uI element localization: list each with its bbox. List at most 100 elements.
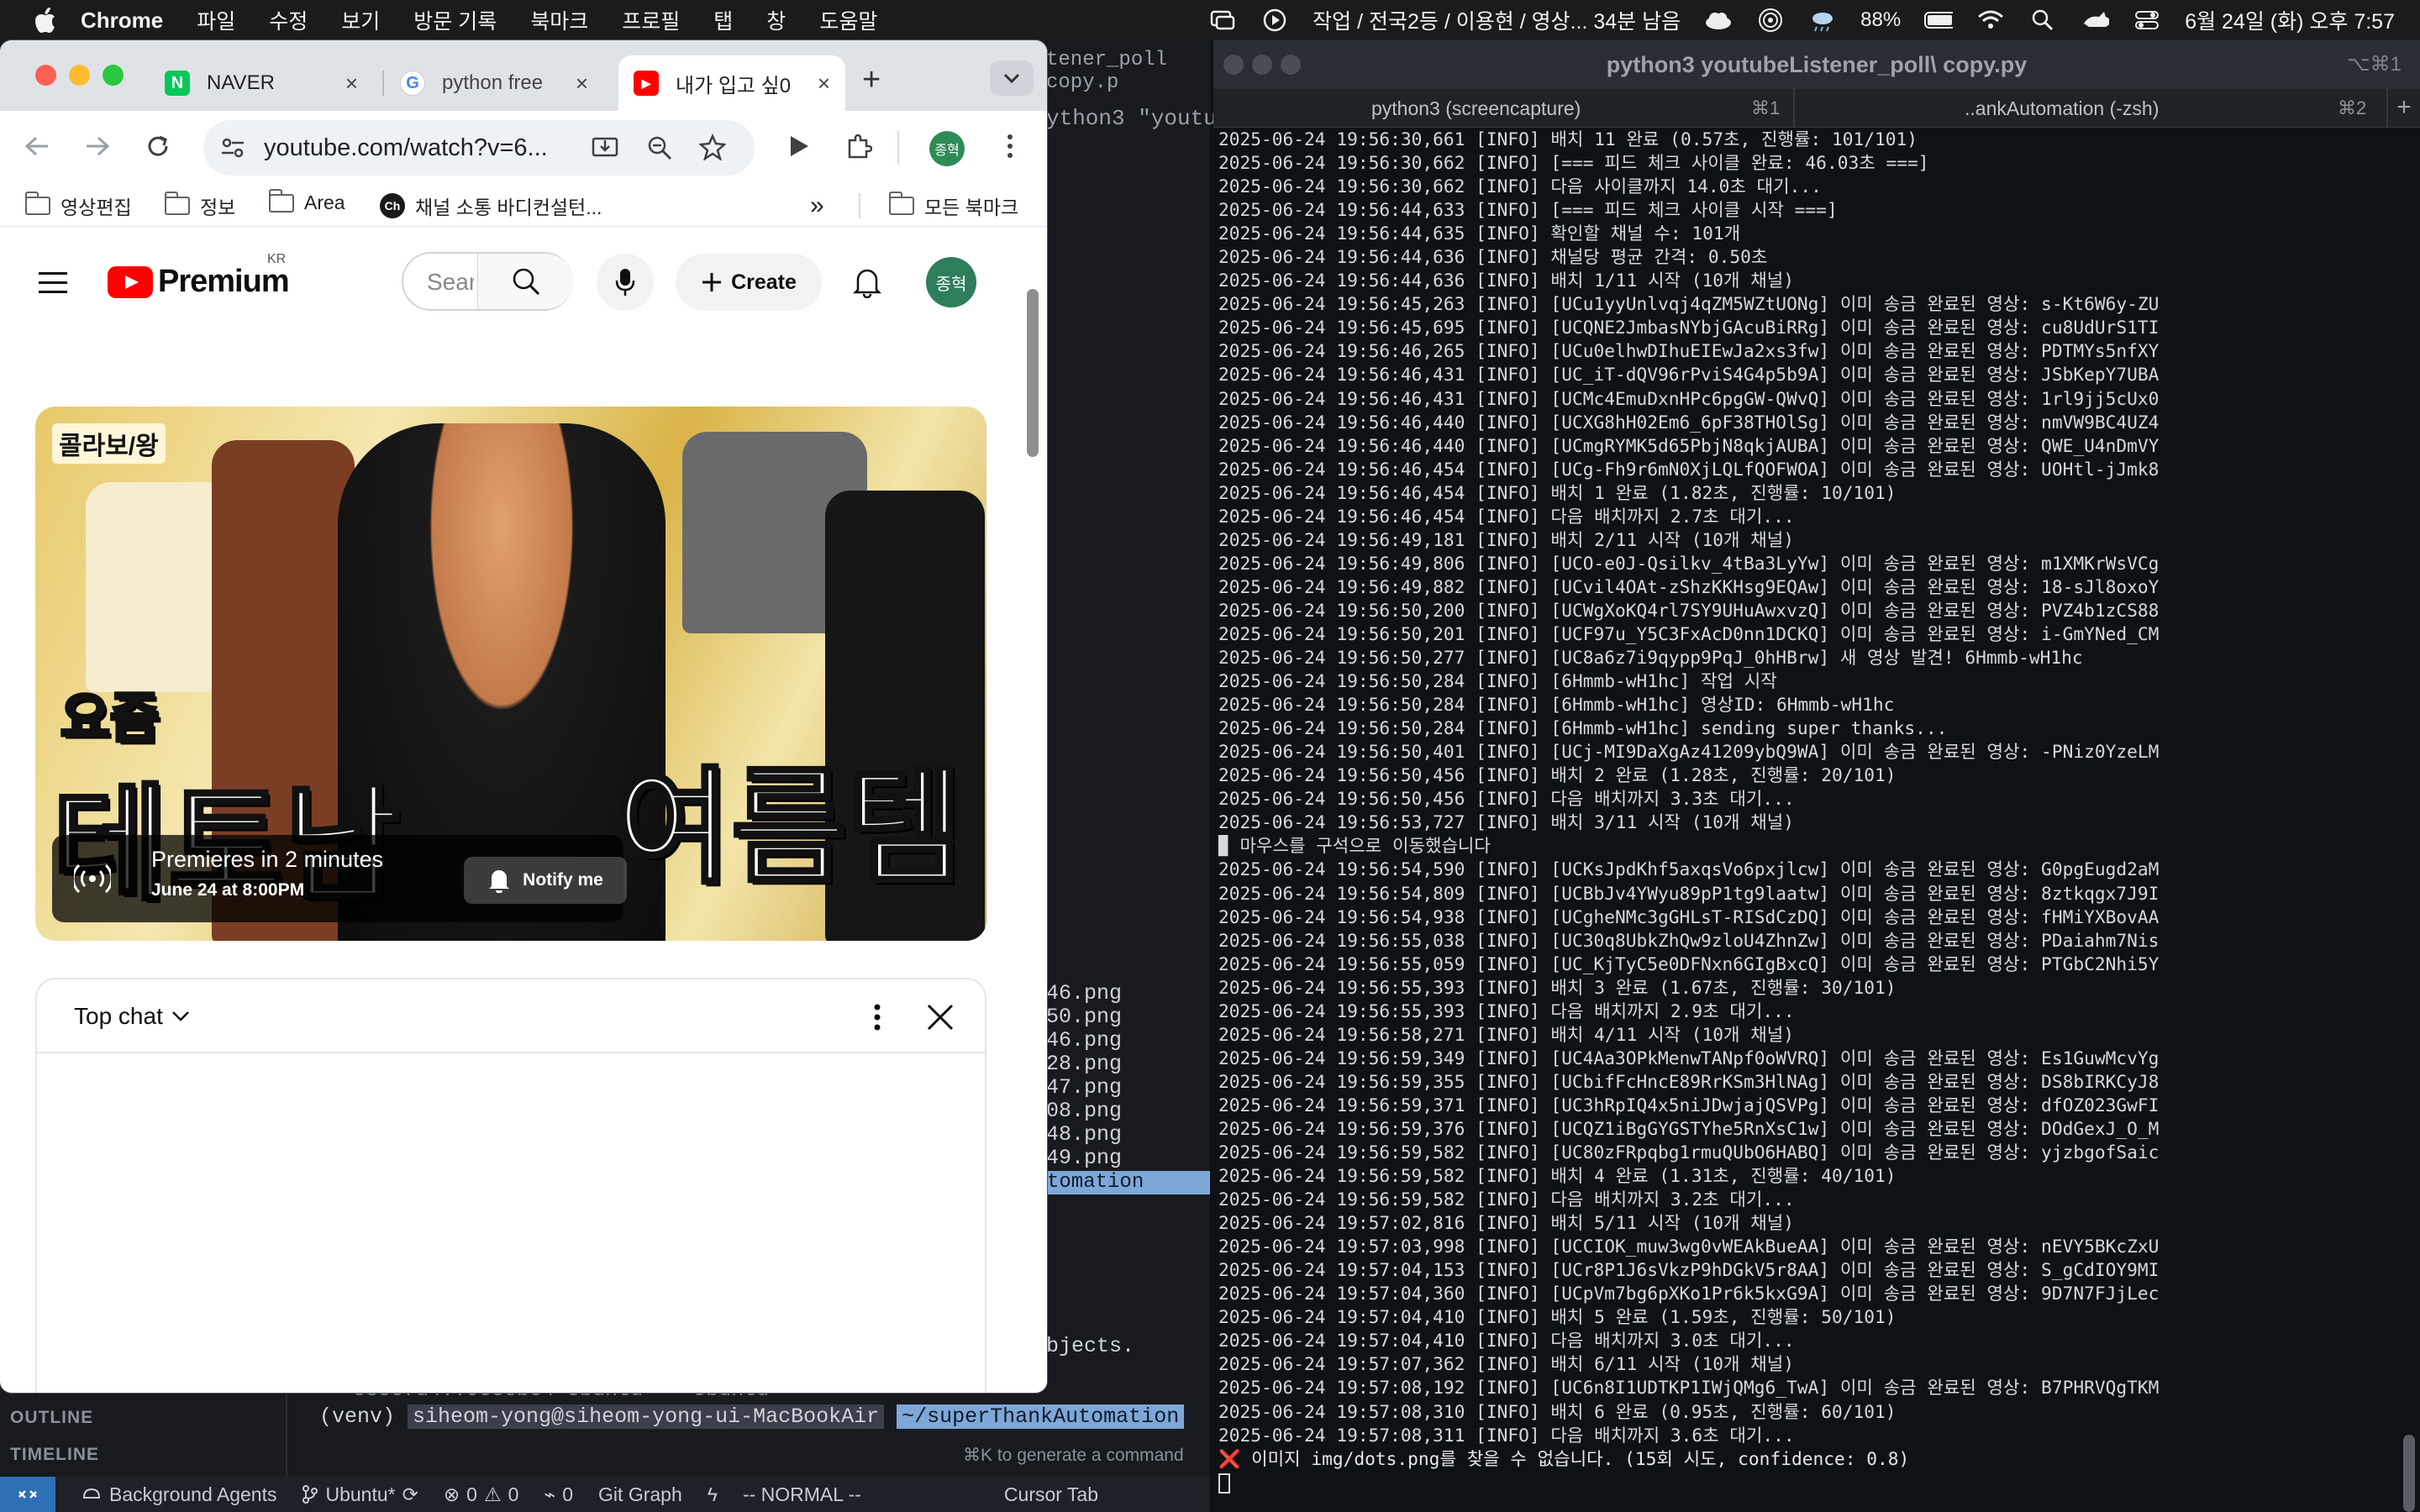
terminal-output[interactable]: 2025-06-24 19:56:30,661 [INFO] 배치 11 완료 … [1213, 128, 2407, 1512]
forward-arrow-icon[interactable] [79, 128, 116, 165]
background-agents-item[interactable]: Background Agents [81, 1483, 276, 1506]
site-settings-icon[interactable] [220, 135, 245, 165]
menu-history[interactable]: 방문 기록 [413, 5, 497, 35]
search-icon[interactable] [477, 254, 573, 309]
bookmark-star-icon[interactable] [698, 133, 727, 165]
menu-bookmarks[interactable]: 북마크 [530, 5, 588, 35]
close-tab-icon[interactable]: × [576, 71, 588, 97]
cursor-tab-item[interactable]: Cursor Tab [1004, 1483, 1098, 1506]
bookmark-link[interactable]: Ch 채널 소통 바디컨설턴... [380, 192, 602, 220]
menu-tab[interactable]: 탭 [713, 5, 733, 35]
minimize-window-icon[interactable] [1252, 55, 1272, 75]
menu-profile[interactable]: 프로필 [622, 5, 680, 35]
notify-me-button[interactable]: Notify me [464, 857, 627, 904]
bookmark-folder[interactable]: Area [269, 188, 345, 214]
tab-search-chevron-icon[interactable] [990, 60, 1034, 96]
weather-icon[interactable] [1808, 8, 1837, 32]
battery-icon[interactable] [1924, 8, 1954, 32]
tab-naver[interactable]: N NAVER × [165, 55, 373, 111]
terminal-cursor-line[interactable] [1218, 1471, 2407, 1494]
new-tab-plus-icon[interactable]: + [862, 62, 881, 98]
close-window-icon[interactable] [35, 65, 56, 86]
file-list-line: 48.png [1046, 1122, 1123, 1147]
search-input[interactable]: Search [427, 269, 474, 296]
close-tab-icon[interactable]: × [345, 71, 358, 97]
outline-section[interactable]: OUTLINE [10, 1408, 93, 1428]
terminal-log-line: 2025-06-24 19:57:03,998 [INFO] [UCCIOK_m… [1218, 1236, 2160, 1257]
profile-avatar[interactable]: 종혁 [929, 131, 965, 166]
kebab-menu-icon[interactable] [992, 128, 1028, 165]
menu-file[interactable]: 파일 [197, 5, 235, 35]
screen-mirror-icon[interactable] [1208, 8, 1237, 32]
lightning-icon[interactable]: ϟ [708, 1483, 718, 1506]
live-chat-panel: Top chat [35, 978, 986, 1393]
channel-favicon-icon: Ch [380, 193, 405, 218]
remote-indicator-icon[interactable] [0, 1477, 55, 1512]
spotlight-search-icon[interactable] [2028, 8, 2057, 32]
cat-app-icon[interactable] [2081, 8, 2110, 32]
hamburger-menu-icon[interactable] [39, 270, 69, 298]
install-app-icon[interactable] [592, 135, 618, 165]
vim-mode-item: -- NORMAL -- [742, 1483, 861, 1505]
timeline-section[interactable]: TIMELINE [10, 1445, 99, 1465]
play-circle-icon[interactable] [1260, 8, 1289, 32]
apple-menu-icon[interactable] [30, 3, 64, 37]
bookmark-folder[interactable]: 정보 [165, 192, 235, 220]
menubar-clock[interactable]: 6월 24일 (화) 오후 7:57 [2185, 5, 2395, 35]
terminal-tab-zsh[interactable]: ..ankAutomation (-zsh) [1965, 89, 2159, 128]
cloud-icon[interactable] [1704, 8, 1733, 32]
git-graph-item[interactable]: Git Graph [598, 1483, 682, 1506]
git-branch-item[interactable]: Ubuntu* ⟳ [302, 1483, 418, 1506]
zoom-out-icon[interactable] [647, 135, 672, 165]
address-bar[interactable]: youtube.com/watch?v=6... [203, 120, 755, 176]
voice-search-mic-icon[interactable] [597, 254, 654, 311]
notifications-bell-icon[interactable] [844, 259, 891, 306]
close-tab-icon[interactable]: × [818, 71, 830, 97]
top-chat-dropdown[interactable]: Top chat [74, 1003, 190, 1030]
menu-view[interactable]: 보기 [341, 5, 380, 35]
youtube-premium-logo[interactable]: Premium KR [108, 252, 290, 300]
extensions-puzzle-icon[interactable] [840, 128, 877, 165]
problems-item[interactable]: ⊗ 0 ⚠ 0 [444, 1483, 519, 1506]
tab-youtube-active[interactable]: ▶ 내가 입고 싶0 × [618, 55, 845, 111]
video-premiere-thumbnail[interactable]: 콜라보/왕 요즘 테토남 여름템 Premieres in 2 minutes … [35, 407, 986, 941]
close-chat-icon[interactable] [926, 1003, 955, 1032]
back-arrow-icon[interactable] [18, 128, 55, 165]
all-bookmarks-folder[interactable]: 모든 북마크 [889, 192, 1018, 220]
app-menu-chrome[interactable]: Chrome [81, 8, 163, 34]
menu-window[interactable]: 창 [766, 5, 786, 35]
youtube-search-box[interactable]: Search [402, 252, 573, 311]
more-options-icon[interactable] [867, 1003, 887, 1032]
zoom-window-icon[interactable] [1281, 55, 1301, 75]
new-terminal-tab-plus-icon[interactable]: + [2386, 89, 2420, 128]
terminal-scrollbar[interactable] [2403, 1435, 2415, 1512]
task-timer-status[interactable]: 작업 / 전국2등 / 이용현 / 영상... 34분 남음 [1313, 5, 1681, 35]
bookmarks-overflow-chevron-icon[interactable]: » [810, 192, 824, 220]
tab-google-search[interactable]: G python free × [400, 55, 603, 111]
media-play-icon[interactable] [780, 128, 817, 165]
bookmark-folder[interactable]: 영상편집 [25, 192, 132, 220]
broadcast-live-icon [74, 864, 111, 894]
terminal-log-line: 2025-06-24 19:57:08,311 [INFO] 다음 배치까지 3… [1218, 1424, 1795, 1446]
minimize-window-icon[interactable] [69, 65, 90, 86]
wifi-icon[interactable] [1976, 8, 2005, 32]
reload-icon[interactable] [139, 128, 176, 165]
youtube-account-avatar[interactable]: 종혁 [926, 257, 976, 307]
control-center-icon[interactable] [2133, 8, 2161, 32]
sidebar-divider [286, 1394, 287, 1478]
ports-item[interactable]: ⌁ 0 [544, 1483, 573, 1506]
create-button[interactable]: Create [676, 254, 822, 311]
airdrop-icon[interactable] [1756, 8, 1785, 32]
terminal-tab-screencapture[interactable]: python3 (screencapture) [1371, 89, 1581, 128]
menu-help[interactable]: 도움말 [819, 5, 877, 35]
sync-icon[interactable]: ⟳ [402, 1483, 418, 1506]
menu-edit[interactable]: 수정 [269, 5, 308, 35]
terminal-log-line: 2025-06-24 19:57:04,153 [INFO] [UCr8P1J6… [1218, 1259, 2160, 1281]
url-text[interactable]: youtube.com/watch?v=6... [264, 134, 548, 162]
page-scrollbar[interactable] [1027, 289, 1039, 457]
zoom-window-icon[interactable] [103, 65, 124, 86]
editor-tab-peek[interactable]: tener_poll copy.p [1046, 49, 1214, 97]
close-window-icon[interactable] [1223, 55, 1244, 75]
terminal-log-line: 2025-06-24 19:56:45,695 [INFO] [UCQNE2Jm… [1218, 317, 2160, 339]
terminal-log-line: 2025-06-24 19:57:04,360 [INFO] [UCpVm7bg… [1218, 1283, 2160, 1305]
